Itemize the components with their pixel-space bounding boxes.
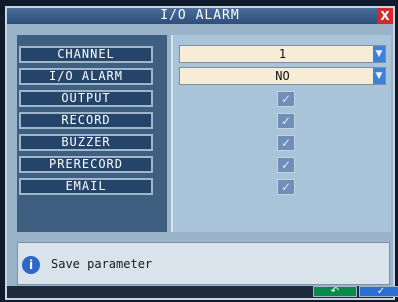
label-buzzer: BUZZER (19, 134, 153, 151)
chevron-down-icon[interactable]: ▼ (373, 68, 385, 84)
label-email: EMAIL (19, 178, 153, 195)
io-alarm-select[interactable]: NO ▼ (179, 67, 386, 85)
prerecord-checkbox[interactable]: ✓ (277, 157, 295, 173)
back-button[interactable]: ↶ (313, 286, 357, 297)
ok-button[interactable]: ✓ (359, 286, 398, 297)
channel-value: 1 (278, 47, 287, 61)
label-output: OUTPUT (19, 90, 153, 107)
email-checkbox[interactable]: ✓ (277, 179, 295, 195)
label-channel: CHANNEL (19, 46, 153, 63)
status-text: Save parameter (51, 257, 153, 271)
chevron-down-icon[interactable]: ▼ (373, 46, 385, 62)
close-button[interactable]: X (377, 8, 393, 24)
label-record: RECORD (19, 112, 153, 129)
label-prerecord: PRERECORD (19, 156, 153, 173)
status-bar: i Save parameter (17, 242, 390, 285)
info-icon: i (22, 256, 40, 274)
io-alarm-dialog: I/O ALARM X CHANNEL I/O ALARM OUTPUT REC… (5, 6, 398, 300)
values-panel (171, 35, 391, 232)
io-alarm-value: NO (275, 69, 290, 83)
buzzer-checkbox[interactable]: ✓ (277, 135, 295, 151)
label-io-alarm: I/O ALARM (19, 68, 153, 85)
channel-select[interactable]: 1 ▼ (179, 45, 386, 63)
dialog-title: I/O ALARM (7, 8, 393, 24)
record-checkbox[interactable]: ✓ (277, 113, 295, 129)
output-checkbox[interactable]: ✓ (277, 91, 295, 107)
